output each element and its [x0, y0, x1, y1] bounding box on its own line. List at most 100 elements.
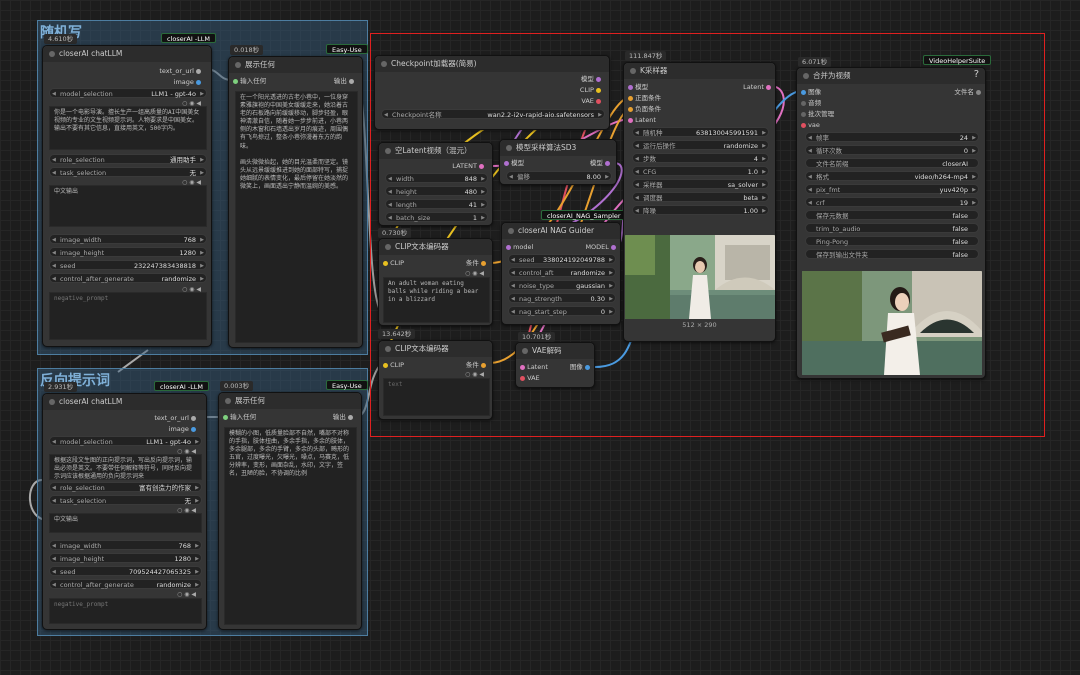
input-any[interactable]: 输入任何	[223, 413, 256, 422]
output-text-or-url[interactable]: text_or_url	[159, 67, 201, 76]
nag-strength-widget[interactable]: nag_strength 0.30	[508, 293, 616, 304]
help-icon[interactable]: ?	[974, 70, 979, 80]
ping-pong-toggle[interactable]: Ping-Pong false	[805, 236, 979, 246]
batch-size-widget[interactable]: batch_size 1	[385, 212, 488, 223]
pix-fmt-widget[interactable]: pix_fmt yuv420p	[805, 184, 979, 195]
text-controls[interactable]: ○ ◉ ◀	[177, 591, 196, 598]
output-image[interactable]: image	[174, 78, 201, 87]
control-after-generate-widget[interactable]: control_after_generate randomize	[49, 579, 202, 590]
show-any-node-2[interactable]: 展示任何 输入任何 输出 模糊的小图，低质量脸部不自然，嘴部不对称的手指，肢体扭…	[218, 392, 362, 630]
video-combine-node[interactable]: 合并为视频 ? 图像 音频 批次管理 vae 文件名 帧率 24 循环次数 0 文件…	[796, 67, 986, 379]
seed-widget[interactable]: 随机种 638130045991591	[632, 127, 769, 138]
text-controls[interactable]: ○ ◉ ◀	[465, 270, 484, 277]
output-latent[interactable]: Latent	[743, 83, 771, 92]
prompt-textarea[interactable]: 你是一个电影导演。擅长生产一组高质量的AI中国美女视频的专业的文生视频提示词。人…	[49, 106, 207, 150]
display-textarea[interactable]: 模糊的小图，低质量脸部不自然，嘴部不对称的手指，肢体扭曲，多余手指，多余的肢体，…	[224, 427, 357, 625]
output-model[interactable]: 模型	[590, 159, 610, 168]
control-after-widget[interactable]: control_aft randomize	[508, 267, 616, 278]
output-model[interactable]: 模型	[581, 75, 601, 84]
width-widget[interactable]: width 848	[385, 173, 488, 184]
role-selection-widget[interactable]: role_selection 通用助手	[49, 154, 207, 165]
save-output-toggle[interactable]: 保存到输出文件夹 false	[805, 249, 979, 259]
task-selection-widget[interactable]: task_selection 无	[49, 167, 207, 178]
scheduler-widget[interactable]: 调度器 beta	[632, 192, 769, 203]
text-controls[interactable]: ○ ◉ ◀	[465, 371, 484, 378]
input-audio[interactable]: 音频	[801, 99, 821, 108]
crf-widget[interactable]: crf 19	[805, 197, 979, 208]
control-after-generate-widget[interactable]: control_after_generate randomize	[49, 273, 207, 284]
prompt-textarea[interactable]: 根据这段文生图的正向提示词，写出反向提示词，输出必须是英文。不要带任何解释等符号…	[49, 454, 202, 480]
checkpoint-loader-node[interactable]: Checkpoint加载器(简易) 模型 CLIP VAE Checkpoint…	[374, 55, 610, 130]
output-text-or-url[interactable]: text_or_url	[154, 414, 196, 423]
seed-widget[interactable]: seed 232247383438818	[49, 260, 207, 271]
llm-node-2[interactable]: closerAI chatLLM text_or_url image model…	[42, 393, 207, 630]
prompt-textarea[interactable]: text	[383, 378, 490, 416]
output-vae[interactable]: VAE	[581, 97, 601, 106]
seed-widget[interactable]: seed 338024192049788	[508, 254, 616, 265]
output-clip[interactable]: CLIP	[580, 86, 601, 95]
steps-widget[interactable]: 步数 4	[632, 153, 769, 164]
prompt-textarea[interactable]: An adult woman eating balls while riding…	[383, 277, 490, 323]
height-widget[interactable]: height 480	[385, 186, 488, 197]
vae-decode-node[interactable]: VAE解码 Latent VAE 图像	[515, 342, 595, 388]
input-negative[interactable]: 负面条件	[628, 105, 661, 114]
nag-start-step-widget[interactable]: nag_start_step 0	[508, 306, 616, 317]
input-latent[interactable]: Latent	[520, 363, 548, 372]
negative-prompt-textarea[interactable]: negative_prompt	[49, 292, 207, 340]
sampler-widget[interactable]: 采样器 sa_solver	[632, 179, 769, 190]
ksampler-node[interactable]: K采样器 模型 正面条件 负面条件 Latent Latent 随机种 63813…	[623, 62, 776, 342]
input-images[interactable]: 图像	[801, 88, 821, 97]
cfg-widget[interactable]: CFG 1.0	[632, 166, 769, 177]
input-vae[interactable]: VAE	[520, 374, 540, 383]
length-widget[interactable]: length 41	[385, 199, 488, 210]
input-batch-manager[interactable]: 批次管理	[801, 110, 834, 119]
save-metadata-toggle[interactable]: 保存元数据 false	[805, 210, 979, 220]
output-conditioning[interactable]: 条件	[466, 259, 486, 268]
output-image[interactable]: 图像	[570, 363, 590, 372]
negative-prompt-textarea[interactable]: negative_prompt	[49, 598, 202, 624]
output-conditioning[interactable]: 条件	[466, 361, 486, 370]
nag-guider-node[interactable]: closerAI NAG Guider model MODEL seed 3380…	[501, 222, 621, 325]
noise-type-widget[interactable]: noise_type gaussian	[508, 280, 616, 291]
task-selection-widget[interactable]: task_selection 无	[49, 495, 202, 506]
output-model[interactable]: MODEL	[585, 243, 616, 252]
video-preview[interactable]	[802, 271, 982, 375]
output-any[interactable]: 输出	[334, 77, 354, 86]
clip-text-encode-node-1[interactable]: CLIP文本编码器 CLIP 条件 ○ ◉ ◀ An adult woman e…	[378, 238, 493, 326]
image-height-widget[interactable]: image_height 1280	[49, 247, 207, 258]
model-sampling-sd3-node[interactable]: 模型采样算法SD3 模型 模型 偏移 8.00	[499, 139, 617, 185]
input-vae[interactable]: vae	[801, 121, 820, 130]
shift-widget[interactable]: 偏移 8.00	[506, 171, 612, 182]
llm-node-1[interactable]: closerAI chatLLM text_or_url image model…	[42, 45, 212, 347]
image-height-widget[interactable]: image_height 1280	[49, 553, 202, 564]
trim-to-audio-toggle[interactable]: trim_to_audio false	[805, 223, 979, 233]
model-selection-widget[interactable]: model_selection LLM1 - gpt-4o	[49, 436, 202, 447]
preview-image[interactable]	[625, 235, 775, 319]
denoise-widget[interactable]: 降噪 1.00	[632, 205, 769, 216]
input-model[interactable]: 模型	[628, 83, 648, 92]
output-filenames[interactable]: 文件名	[954, 88, 981, 97]
empty-latent-video-node[interactable]: 空Latent视频（混元） LATENT width848 height480 …	[378, 142, 493, 226]
frame-rate-widget[interactable]: 帧率 24	[805, 132, 979, 143]
image-width-widget[interactable]: image_width 768	[49, 234, 207, 245]
display-textarea[interactable]: 在一个阳光透进的古老小巷中，一位身穿素雅旗袍的中国美女缓缓走来，她沿着古老的石板…	[235, 91, 358, 343]
image-width-widget[interactable]: image_width 768	[49, 540, 202, 551]
clip-text-encode-node-2[interactable]: CLIP文本编码器 CLIP 条件 ○ ◉ ◀ text	[378, 340, 493, 420]
model-selection-widget[interactable]: model_selection LLM1 - gpt-4o	[49, 88, 207, 99]
filename-prefix-widget[interactable]: 文件名前缀 closerAI	[805, 158, 979, 168]
control-after-widget[interactable]: 运行后操作 randomize	[632, 140, 769, 151]
output-latent[interactable]: LATENT	[452, 162, 484, 171]
output-textarea[interactable]: 中文输出	[49, 185, 207, 227]
input-clip[interactable]: CLIP	[383, 259, 404, 268]
loop-count-widget[interactable]: 循环次数 0	[805, 145, 979, 156]
output-image[interactable]: image	[169, 425, 196, 434]
input-positive[interactable]: 正面条件	[628, 94, 661, 103]
input-model[interactable]: model	[506, 243, 533, 252]
input-any[interactable]: 输入任何	[233, 77, 266, 86]
checkpoint-name-widget[interactable]: Checkpoint名称 wan2.2-i2v-rapid-aio.safeten…	[381, 109, 605, 120]
role-selection-widget[interactable]: role_selection 富有创造力的作家	[49, 482, 202, 493]
input-clip[interactable]: CLIP	[383, 361, 404, 370]
show-any-node-1[interactable]: 展示任何 输入任何 输出 在一个阳光透进的古老小巷中，一位身穿素雅旗袍的中国美女…	[228, 56, 363, 348]
input-model[interactable]: 模型	[504, 159, 524, 168]
output-textarea[interactable]: 中文输出	[49, 513, 202, 533]
